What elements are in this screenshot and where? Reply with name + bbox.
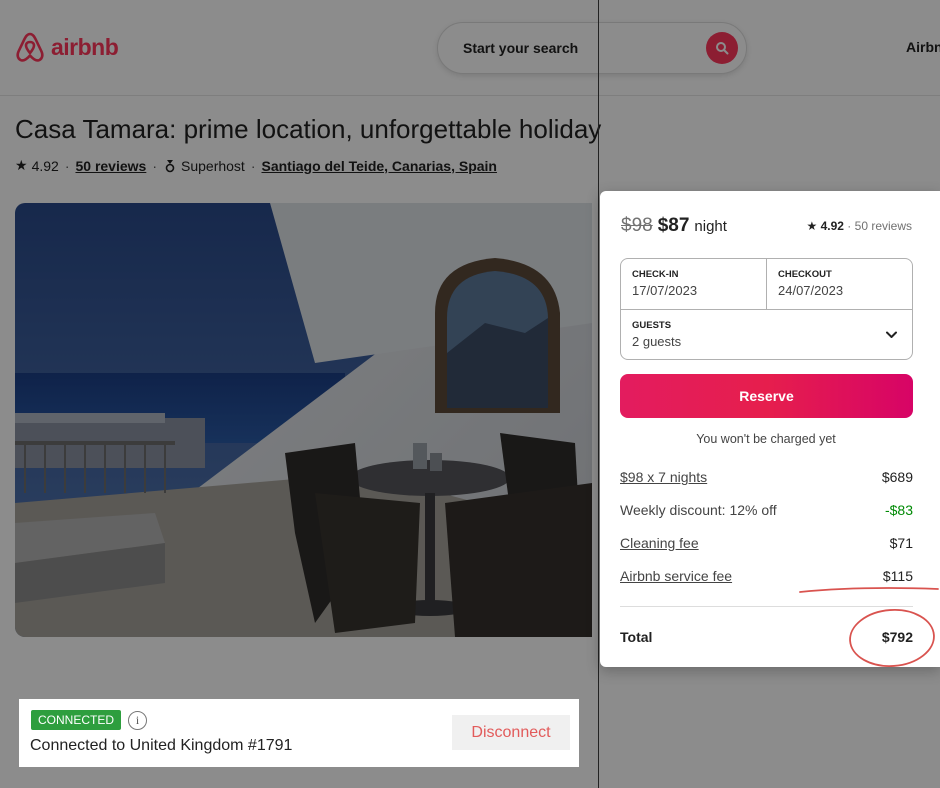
checkin-field[interactable]: CHECK-IN 17/07/2023 (621, 259, 767, 310)
price-line-nights: $98 x 7 nights $689 (620, 469, 913, 487)
total-label: Total (620, 629, 653, 645)
checkout-value: 24/07/2023 (778, 283, 844, 298)
separator-dot: · (847, 219, 852, 233)
nights-amount: $689 (881, 469, 913, 485)
nightly-price: $98 $87 night (621, 215, 727, 237)
discount-label: Weekly discount: 12% off (620, 502, 777, 518)
info-icon[interactable]: i (128, 711, 147, 730)
total-amount: $792 (881, 629, 913, 645)
card-rating-value: 4.92 (820, 219, 844, 233)
vpn-status-widget: CONNECTED i Connected to United Kingdom … (19, 699, 579, 767)
vpn-connection-text: Connected to United Kingdom #1791 (30, 737, 293, 754)
original-price: $98 (621, 215, 653, 236)
nights-breakdown-link[interactable]: $98 x 7 nights (620, 469, 707, 485)
reserve-button[interactable]: Reserve (620, 374, 913, 418)
per-night-label: night (694, 218, 727, 235)
guests-label: GUESTS (632, 320, 672, 331)
cleaning-fee-link[interactable]: Cleaning fee (620, 535, 699, 551)
price-divider (620, 606, 913, 607)
card-rating: ★ 4.92 · 50 reviews (806, 219, 912, 233)
discounted-price: $87 (657, 215, 690, 236)
price-line-service: Airbnb service fee $115 (620, 568, 913, 586)
guests-value: 2 guests (632, 334, 682, 349)
connected-badge: CONNECTED (31, 710, 122, 730)
date-guest-picker: CHECK-IN 17/07/2023 CHECKOUT 24/07/2023 … (620, 258, 913, 360)
chevron-down-icon (886, 331, 897, 338)
service-fee-link[interactable]: Airbnb service fee (620, 568, 732, 584)
checkin-value: 17/07/2023 (632, 283, 698, 298)
checkout-field[interactable]: CHECKOUT 24/07/2023 (767, 259, 912, 310)
checkout-label: CHECKOUT (778, 269, 832, 280)
checkin-label: CHECK-IN (632, 269, 679, 280)
star-icon: ★ (806, 219, 818, 233)
price-line-discount: Weekly discount: 12% off -$83 (620, 502, 913, 520)
no-charge-note: You won't be charged yet (696, 432, 836, 446)
guests-dropdown[interactable]: GUESTS 2 guests (621, 310, 912, 359)
price-line-cleaning: Cleaning fee $71 (620, 535, 913, 553)
service-fee-amount: $115 (882, 568, 913, 584)
discount-amount: -$83 (884, 502, 913, 518)
cleaning-fee-amount: $71 (889, 535, 913, 551)
disconnect-button[interactable]: Disconnect (452, 715, 570, 750)
card-reviews-link[interactable]: 50 reviews (855, 219, 912, 233)
booking-card: $98 $87 night ★ 4.92 · 50 reviews CHECK-… (600, 191, 940, 667)
vertical-guide-line (598, 0, 599, 788)
